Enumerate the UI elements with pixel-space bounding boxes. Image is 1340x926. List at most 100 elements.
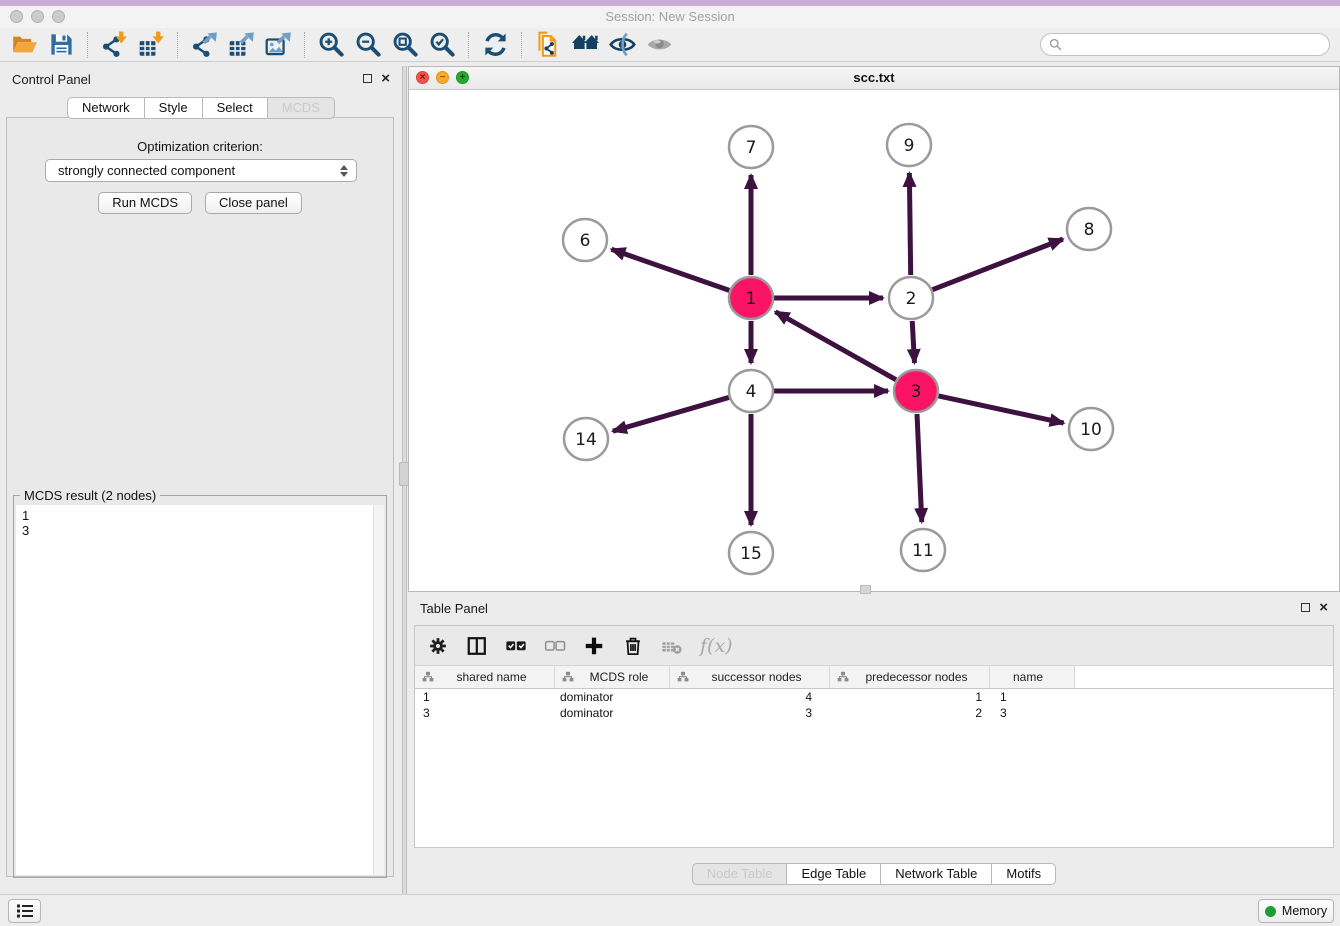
cell-name[interactable]: 3 (990, 706, 1075, 720)
show-all-button[interactable] (641, 30, 678, 60)
run-mcds-button[interactable]: Run MCDS (98, 192, 192, 214)
tab-motifs[interactable]: Motifs (992, 863, 1056, 885)
network-zoom-button[interactable]: + (456, 71, 469, 84)
zoom-selected-button[interactable] (424, 30, 461, 60)
cell-successor-nodes[interactable]: 3 (670, 706, 830, 720)
edge-2-3[interactable] (912, 321, 914, 363)
new-network-from-selection-button[interactable] (530, 30, 567, 60)
zoom-fit-button[interactable] (387, 30, 424, 60)
criterion-select[interactable]: strongly connected component (45, 159, 357, 182)
node-label: 9 (904, 136, 915, 156)
node-11[interactable]: 11 (901, 529, 945, 571)
tab-mcds[interactable]: MCDS (268, 97, 335, 119)
node-2[interactable]: 2 (889, 277, 933, 319)
task-history-button[interactable] (8, 899, 41, 923)
export-image-button[interactable] (260, 30, 297, 60)
horizontal-splitter-handle[interactable] (860, 585, 871, 594)
control-panel: Control Panel × NetworkStyleSelectMCDS O… (0, 66, 402, 880)
column-header-MCDS-role[interactable]: MCDS role (555, 666, 670, 688)
cell-successor-nodes[interactable]: 4 (670, 690, 830, 704)
table-row[interactable]: 3dominator323 (415, 705, 1333, 721)
float-panel-icon[interactable] (1301, 603, 1310, 612)
zoom-in-button[interactable] (313, 30, 350, 60)
column-label: shared name (437, 670, 554, 684)
save-session-button[interactable] (43, 30, 80, 60)
tab-network-table[interactable]: Network Table (881, 863, 992, 885)
result-scrollbar[interactable] (373, 505, 384, 875)
edge-3-11[interactable] (917, 414, 922, 522)
node-7[interactable]: 7 (729, 126, 773, 168)
edge-2-8[interactable] (932, 239, 1062, 290)
import-network-button[interactable] (96, 30, 133, 60)
edge-1-6[interactable] (611, 249, 729, 290)
tab-network[interactable]: Network (67, 97, 145, 119)
float-panel-icon[interactable] (363, 74, 372, 83)
tab-select[interactable]: Select (203, 97, 268, 119)
tab-style[interactable]: Style (145, 97, 203, 119)
toolbar-separator (521, 32, 523, 58)
node-14[interactable]: 14 (564, 418, 608, 460)
cell-MCDS-role[interactable]: dominator (555, 690, 670, 704)
node-6[interactable]: 6 (563, 219, 607, 261)
node-label: 1 (746, 289, 757, 309)
mcds-result-text[interactable]: 1 3 (16, 505, 374, 875)
node-3[interactable]: 3 (894, 370, 938, 412)
network-close-button[interactable]: × (416, 71, 429, 84)
column-label: name (990, 670, 1074, 684)
column-header-name[interactable]: name (990, 666, 1075, 688)
refresh-button[interactable] (477, 30, 514, 60)
column-header-successor-nodes[interactable]: successor nodes (670, 666, 830, 688)
cell-predecessor-nodes[interactable]: 2 (830, 706, 990, 720)
cell-predecessor-nodes[interactable]: 1 (830, 690, 990, 704)
column-header-predecessor-nodes[interactable]: predecessor nodes (830, 666, 990, 688)
hide-selected-button[interactable] (604, 30, 641, 60)
tab-node-table[interactable]: Node Table (692, 863, 788, 885)
cell-MCDS-role[interactable]: dominator (555, 706, 670, 720)
cell-shared-name[interactable]: 3 (415, 706, 555, 720)
network-canvas[interactable]: 7 9 6 8 1 2 4 3 14 10 15 11 (409, 89, 1339, 591)
node-8[interactable]: 8 (1067, 208, 1111, 250)
export-network-button[interactable] (186, 30, 223, 60)
first-neighbors-button[interactable] (567, 30, 604, 60)
edge-2-9[interactable] (909, 173, 910, 275)
cell-shared-name[interactable]: 1 (415, 690, 555, 704)
cell-name[interactable]: 1 (990, 690, 1075, 704)
table-row[interactable]: 1dominator411 (415, 689, 1333, 705)
delete-row-button[interactable] (622, 635, 644, 657)
network-minimize-button[interactable]: − (436, 71, 449, 84)
search-box[interactable] (1040, 33, 1330, 56)
tab-edge-table[interactable]: Edge Table (787, 863, 881, 885)
select-all-button[interactable] (505, 635, 527, 657)
edge-3-1[interactable] (775, 312, 896, 380)
close-panel-button[interactable]: Close panel (205, 192, 302, 214)
sort-icon (837, 671, 849, 683)
node-label: 4 (746, 382, 757, 402)
node-15[interactable]: 15 (729, 532, 773, 574)
node-4[interactable]: 4 (729, 370, 773, 412)
settings-button[interactable] (427, 635, 449, 657)
import-table-button[interactable] (133, 30, 170, 60)
node-label: 8 (1084, 220, 1095, 240)
column-header-shared-name[interactable]: shared name (415, 666, 555, 688)
edge-3-10[interactable] (938, 396, 1063, 423)
export-table-button[interactable] (223, 30, 260, 60)
open-session-button[interactable] (6, 30, 43, 60)
network-window-titlebar[interactable]: × − + scc.txt (409, 67, 1339, 90)
node-1[interactable]: 1 (729, 277, 773, 319)
edge-4-14[interactable] (613, 397, 729, 431)
column-label: successor nodes (692, 670, 829, 684)
function-builder-button[interactable]: f(x) (700, 635, 733, 657)
delete-table-button[interactable] (661, 635, 683, 657)
columns-button[interactable] (466, 635, 488, 657)
close-icon[interactable]: × (1319, 602, 1328, 613)
search-input[interactable] (1067, 37, 1329, 53)
deselect-all-button[interactable] (544, 635, 566, 657)
add-row-button[interactable] (583, 635, 605, 657)
node-9[interactable]: 9 (887, 124, 931, 166)
memory-button[interactable]: Memory (1258, 899, 1334, 923)
node-10[interactable]: 10 (1069, 408, 1113, 450)
zoom-out-button[interactable] (350, 30, 387, 60)
toolbar-separator (304, 32, 306, 58)
table-rows: 1dominator4113dominator323 (415, 689, 1333, 721)
close-icon[interactable]: × (381, 73, 390, 84)
